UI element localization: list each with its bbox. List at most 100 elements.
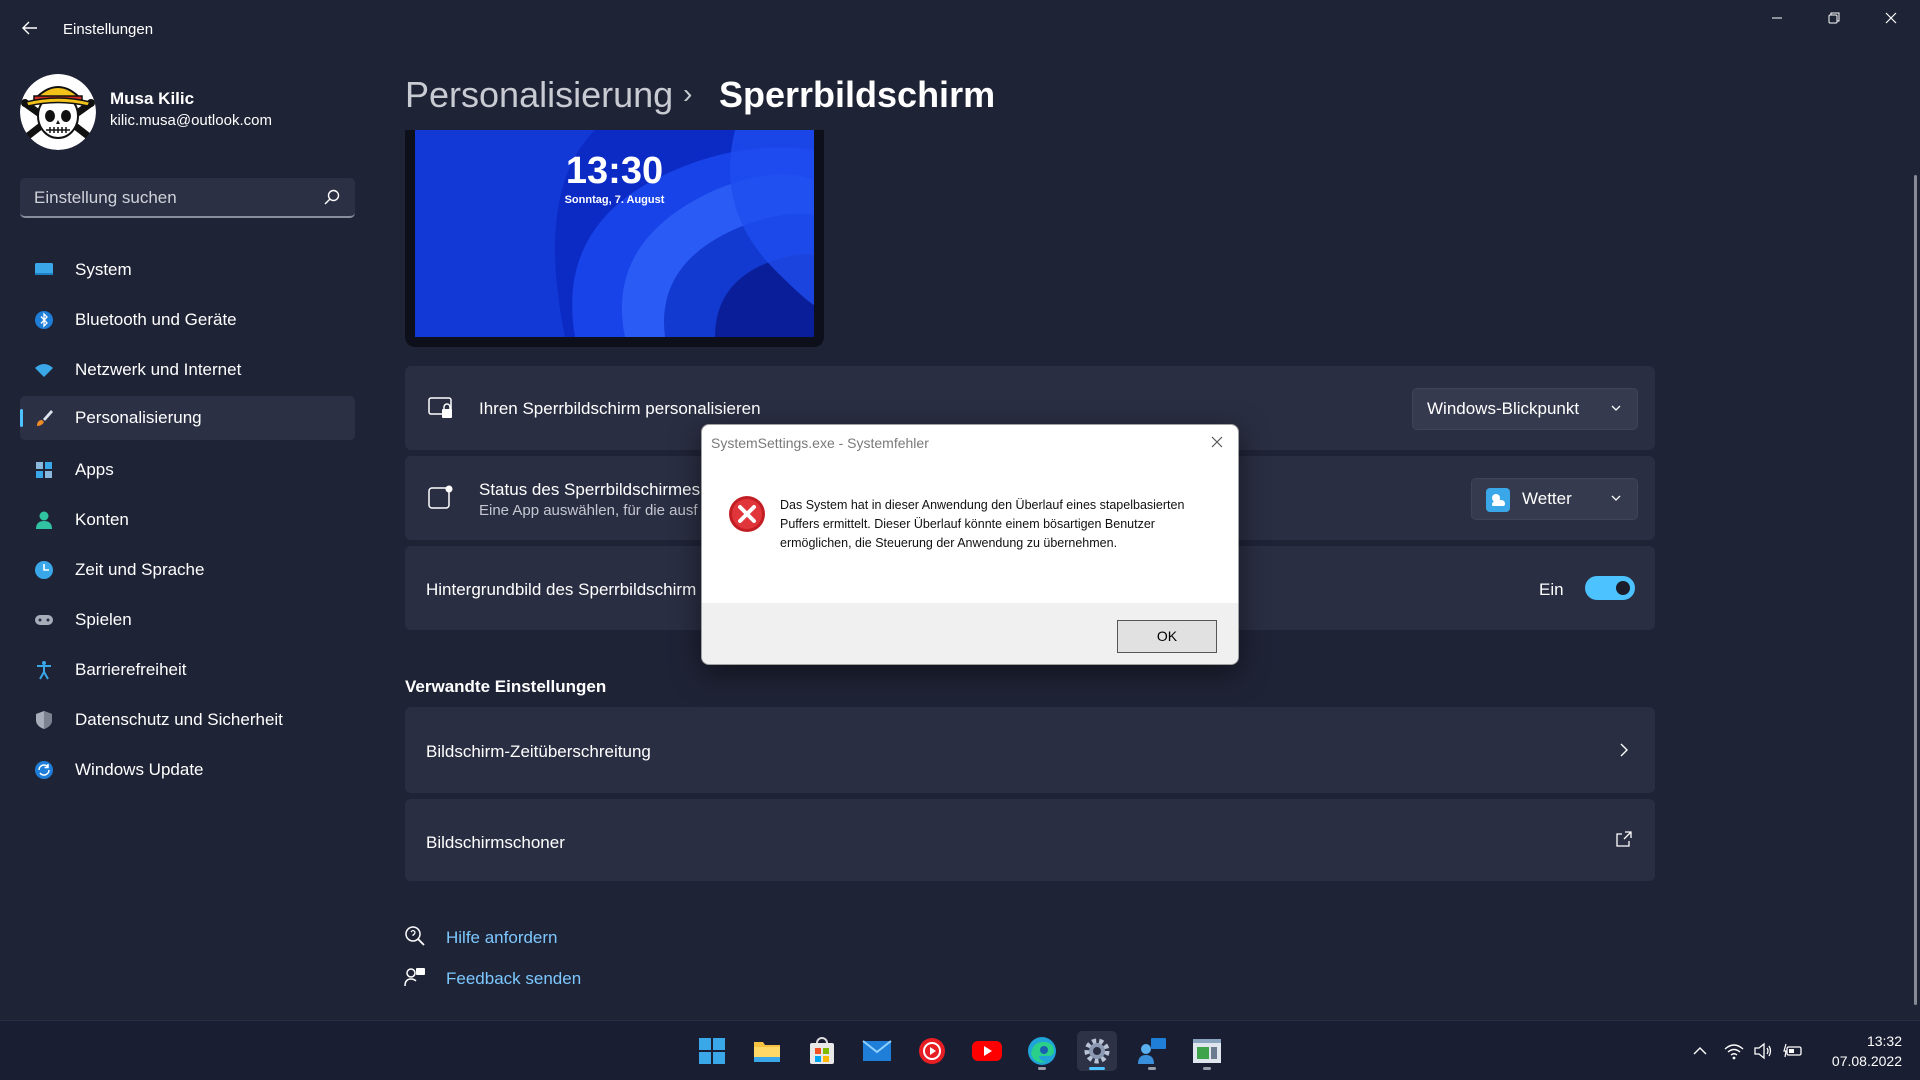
taskbar-running-indicator	[1148, 1067, 1156, 1070]
sidebar-item-bluetooth[interactable]: Bluetooth und Geräte	[20, 298, 355, 342]
active-indicator	[20, 409, 23, 427]
avatar[interactable]	[20, 74, 96, 150]
vm-icon	[1193, 1039, 1221, 1063]
chevron-right-icon	[1620, 743, 1628, 757]
sidebar-item-privacy[interactable]: Datenschutz und Sicherheit	[20, 698, 355, 742]
sidebar-item-accounts[interactable]: Konten	[20, 498, 355, 542]
start-icon	[699, 1038, 725, 1064]
user-name: Musa Kilic	[110, 89, 195, 108]
battery-charging-icon[interactable]	[1783, 1041, 1803, 1061]
card-title: Ihren Sperrbildschirm personalisieren	[479, 399, 761, 418]
taskbar-active-indicator	[1089, 1067, 1105, 1070]
breadcrumb-separator: ›	[683, 78, 693, 109]
toggle-state-label: Ein	[1539, 580, 1564, 599]
apps-icon	[36, 462, 52, 478]
file-explorer-icon	[754, 1042, 780, 1062]
preview-date: Sonntag, 7. August	[564, 194, 665, 206]
back-button[interactable]	[18, 18, 42, 42]
taskbar-store[interactable]	[802, 1031, 842, 1071]
sidebar-item-label: Bluetooth und Geräte	[75, 310, 237, 329]
wifi-icon	[35, 364, 53, 377]
error-dialog: SystemSettings.exe - Systemfehler Das Sy…	[701, 424, 1239, 665]
sidebar-item-label: System	[75, 260, 132, 279]
sidebar-item-windows-update[interactable]: Windows Update	[20, 748, 355, 792]
breadcrumb-parent[interactable]: Personalisierung	[405, 74, 673, 116]
search-input[interactable]: Einstellung suchen	[34, 188, 177, 208]
sidebar-item-apps[interactable]: Apps	[20, 448, 355, 492]
help-icon	[405, 926, 425, 946]
accessibility-icon	[37, 661, 51, 680]
toggle-knob	[1616, 581, 1630, 595]
tray-clock-time[interactable]: 13:32	[1820, 1033, 1902, 1049]
search-box[interactable]: Einstellung suchen	[20, 178, 355, 218]
sidebar-item-label: Zeit und Sprache	[75, 560, 205, 579]
external-link-icon	[1616, 831, 1632, 847]
music-player-icon	[919, 1038, 945, 1064]
card-title: Hintergrundbild des Sperrbildschirm	[426, 580, 697, 599]
sidebar-item-system[interactable]: System	[20, 248, 355, 292]
minimize-button[interactable]	[1754, 6, 1800, 34]
status-app-dropdown[interactable]: Wetter	[1471, 478, 1638, 520]
edge-icon	[1028, 1037, 1056, 1065]
related-item-screen-timeout[interactable]: Bildschirm-Zeitüberschreitung	[405, 707, 1655, 793]
taskbar-mail[interactable]	[857, 1031, 897, 1071]
sidebar-item-label: Apps	[75, 460, 114, 479]
restore-button[interactable]	[1811, 6, 1857, 34]
taskbar-remote-support[interactable]	[1132, 1031, 1172, 1071]
system-icon	[35, 263, 53, 275]
preview-time: 13:30	[565, 150, 664, 192]
wifi-icon[interactable]	[1724, 1041, 1744, 1061]
remote-support-icon	[1138, 1038, 1166, 1064]
taskbar-running-indicator	[1038, 1067, 1046, 1070]
taskbar-running-indicator	[1203, 1067, 1211, 1070]
error-icon	[729, 496, 765, 532]
related-settings-heading: Verwandte Einstellungen	[405, 677, 607, 696]
sidebar-item-gaming[interactable]: Spielen	[20, 598, 355, 642]
close-icon	[1211, 436, 1223, 448]
jolly-roger-avatar-icon	[20, 74, 96, 150]
account-icon	[36, 511, 52, 529]
volume-icon[interactable]	[1753, 1041, 1773, 1061]
restore-icon	[1828, 12, 1840, 24]
get-help-link[interactable]: Hilfe anfordern	[446, 928, 558, 948]
dialog-footer: OK	[702, 603, 1238, 664]
update-icon	[35, 761, 53, 779]
chevron-down-icon	[1611, 495, 1621, 501]
search-icon[interactable]	[323, 188, 341, 206]
chevron-down-icon	[1611, 405, 1621, 411]
taskbar-file-explorer[interactable]	[747, 1031, 787, 1071]
shield-icon	[36, 711, 52, 729]
sidebar-item-network[interactable]: Netzwerk und Internet	[20, 348, 355, 392]
sidebar-item-accessibility[interactable]: Barrierefreiheit	[20, 648, 355, 692]
scrollbar[interactable]	[1914, 175, 1917, 1005]
chevron-up-icon[interactable]	[1690, 1041, 1710, 1061]
time-language-icon	[35, 561, 53, 579]
taskbar-music-player[interactable]	[912, 1031, 952, 1071]
youtube-icon	[972, 1041, 1002, 1061]
sidebar-item-label: Datenschutz und Sicherheit	[75, 710, 283, 729]
taskbar-edge[interactable]	[1022, 1031, 1062, 1071]
dialog-close-button[interactable]	[1206, 431, 1228, 453]
taskbar-vm[interactable]	[1187, 1031, 1227, 1071]
related-item-screensaver[interactable]: Bildschirmschoner	[405, 799, 1655, 881]
sidebar-item-label: Spielen	[75, 610, 132, 629]
taskbar-start-button[interactable]	[692, 1031, 732, 1071]
status-app-icon	[428, 485, 453, 509]
settings-icon	[1084, 1038, 1110, 1064]
dialog-message: Das System hat in dieser Anwendung den Ü…	[780, 498, 1185, 550]
taskbar-settings[interactable]	[1077, 1031, 1117, 1071]
sidebar-item-personalization[interactable]: Personalisierung	[20, 396, 355, 440]
close-button[interactable]	[1868, 6, 1914, 34]
lockscreen-type-dropdown[interactable]: Windows-Blickpunkt	[1412, 388, 1638, 430]
ok-button[interactable]: OK	[1117, 620, 1217, 653]
related-item-label: Bildschirmschoner	[426, 833, 565, 852]
tray-clock-date[interactable]: 07.08.2022	[1820, 1053, 1902, 1069]
taskbar: 13:32 07.08.2022	[0, 1020, 1920, 1080]
taskbar-youtube[interactable]	[967, 1031, 1007, 1071]
sidebar-item-time-language[interactable]: Zeit und Sprache	[20, 548, 355, 592]
mail-icon	[862, 1040, 892, 1061]
sidebar-item-label: Windows Update	[75, 760, 204, 779]
background-toggle[interactable]	[1585, 576, 1635, 600]
card-subtitle: Eine App auswählen, für die ausf	[479, 502, 698, 519]
send-feedback-link[interactable]: Feedback senden	[446, 969, 581, 989]
